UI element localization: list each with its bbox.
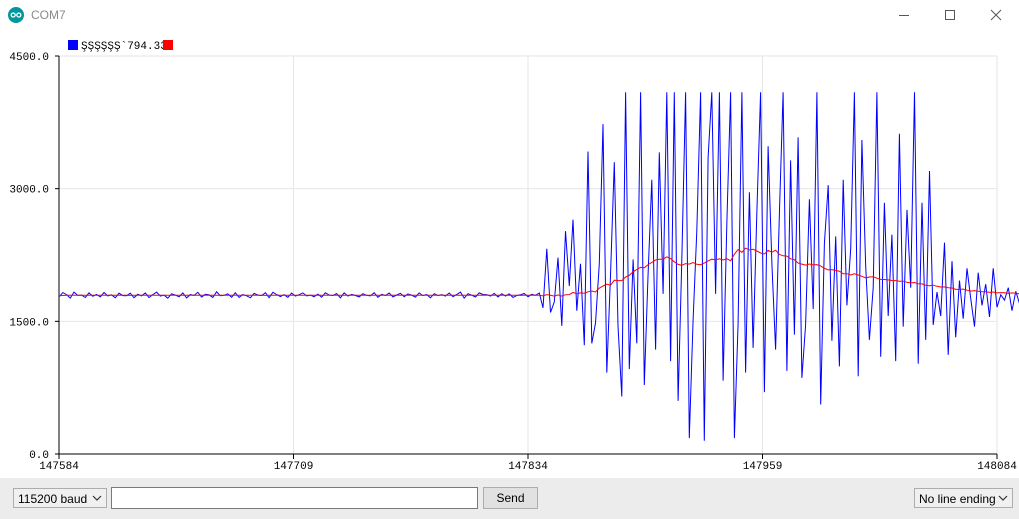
maximize-icon (945, 10, 955, 20)
serial-input[interactable] (111, 487, 478, 509)
minimize-icon (899, 15, 909, 16)
x-tick-label: 148084 (977, 461, 1017, 473)
line-ending-value: No line ending (919, 492, 996, 506)
chevron-down-icon (998, 495, 1008, 501)
legend: ŞŞŞŞŞŞ`794.33 (68, 40, 173, 53)
title-bar: COM7 (0, 0, 1019, 30)
line-ending-select[interactable]: No line ending (914, 488, 1013, 508)
legend-swatch-blue (68, 40, 78, 50)
y-tick-label: 1500.0 (9, 317, 49, 329)
baud-rate-select[interactable]: 115200 baud (13, 488, 107, 508)
legend-swatch-red (163, 40, 173, 50)
x-tick-label: 147709 (274, 461, 314, 473)
serial-plotter-chart: 0.01500.03000.04500.0147584 147709 147834 1… (0, 30, 1019, 478)
x-tick-label: 147959 (743, 461, 783, 473)
minimize-button[interactable] (881, 0, 927, 30)
window-title: COM7 (31, 8, 66, 22)
close-icon (990, 9, 1002, 21)
y-tick-label: 3000.0 (9, 185, 49, 197)
maximize-button[interactable] (927, 0, 973, 30)
legend-label: ŞŞŞŞŞŞ`794.33 (81, 40, 167, 53)
y-tick-label: 4500.0 (9, 52, 49, 64)
x-tick-label: 147834 (508, 461, 548, 473)
arduino-icon (8, 7, 24, 23)
x-tick-label: 147584 (39, 461, 79, 473)
baud-rate-value: 115200 baud (18, 492, 88, 506)
close-button[interactable] (973, 0, 1019, 30)
chevron-down-icon (92, 495, 102, 501)
send-button[interactable]: Send (483, 487, 538, 509)
